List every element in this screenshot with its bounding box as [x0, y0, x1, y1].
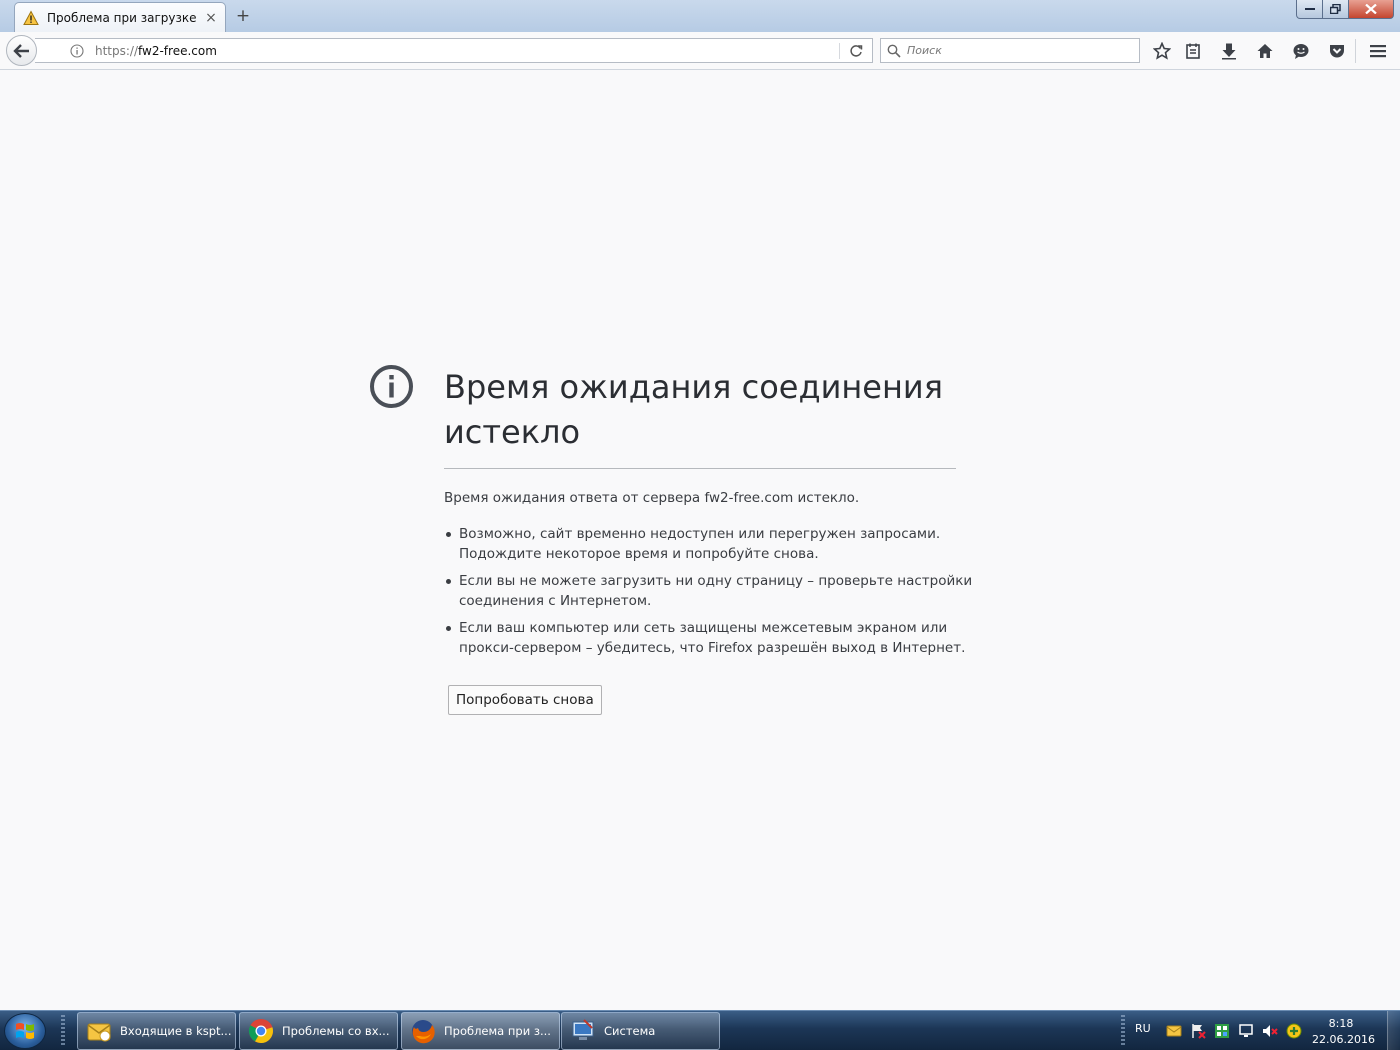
- url-protocol: https://: [95, 43, 139, 58]
- title-divider: [444, 468, 956, 469]
- taskbar-item-label: Проблемы со вх...: [282, 1024, 390, 1038]
- system-clock[interactable]: 8:18 22.06.2016: [1312, 1016, 1375, 1048]
- download-arrow-icon: [1222, 43, 1236, 60]
- minimize-icon: [1304, 8, 1315, 10]
- downloads-button[interactable]: [1219, 41, 1239, 61]
- back-button[interactable]: [6, 35, 37, 66]
- new-tab-button[interactable]: +: [233, 6, 253, 26]
- taskbar-grip: [61, 1015, 65, 1047]
- taskbar-item-label: Система: [604, 1024, 656, 1038]
- toolbar-separator: [1355, 39, 1356, 63]
- show-desktop-button[interactable]: [1387, 1011, 1400, 1050]
- language-indicator[interactable]: RU: [1135, 1022, 1151, 1035]
- network-monitor-icon[interactable]: [1237, 1022, 1255, 1040]
- action-center-flag-icon[interactable]: [1189, 1022, 1207, 1040]
- taskbar-item-outlook[interactable]: Входящие в kspt...: [77, 1012, 236, 1050]
- pocket-icon: [1330, 45, 1344, 58]
- clock-time: 8:18: [1328, 1017, 1354, 1030]
- pocket-button[interactable]: [1327, 41, 1347, 61]
- star-icon: [1153, 42, 1171, 60]
- open-menu-button[interactable]: [1368, 41, 1388, 61]
- tray-grip: [1121, 1015, 1125, 1047]
- bookmark-star-button[interactable]: [1152, 41, 1172, 61]
- tab-title: Проблема при загрузке с...: [47, 10, 199, 25]
- restore-button[interactable]: [1323, 0, 1349, 19]
- volume-muted-icon[interactable]: [1261, 1022, 1279, 1040]
- outlook-icon: [86, 1018, 112, 1044]
- error-description: Время ожидания ответа от сервера fw2-fre…: [444, 490, 860, 506]
- taskbar-item-label: Входящие в kspt...: [120, 1024, 232, 1038]
- tab-close-icon[interactable]: ×: [205, 10, 217, 26]
- url-bar[interactable]: https://fw2-free.com: [35, 38, 873, 63]
- back-arrow-icon: [12, 43, 29, 58]
- search-input[interactable]: [907, 44, 1127, 57]
- clock-date: 22.06.2016: [1312, 1033, 1375, 1046]
- hamburger-menu-icon: [1370, 45, 1386, 58]
- url-bar-divider: [839, 43, 840, 59]
- browser-tab[interactable]: Проблема при загрузке с... ×: [14, 2, 226, 32]
- taskbar-item-system[interactable]: Система: [561, 1012, 720, 1050]
- window-titlebar: Проблема при загрузке с... × +: [0, 0, 1400, 32]
- try-again-button[interactable]: Попробовать снова: [448, 685, 602, 715]
- error-title: Время ожидания соединения истекло: [444, 368, 943, 451]
- windows-logo-icon: [16, 1023, 34, 1039]
- page-content: Время ожидания соединения истекло Время …: [0, 71, 1400, 1010]
- restore-icon: [1330, 4, 1341, 14]
- suggestion-item: Если ваш компьютер или сеть защищены меж…: [444, 618, 974, 658]
- warning-icon: [23, 9, 39, 25]
- home-icon: [1257, 44, 1273, 58]
- windows-taskbar: Входящие в kspt... Проблемы со вх... Про…: [0, 1010, 1400, 1050]
- chat-smiley-icon: [1293, 44, 1309, 59]
- bookmarks-menu-button[interactable]: [1183, 41, 1203, 61]
- hello-chat-button[interactable]: [1291, 41, 1311, 61]
- home-button[interactable]: [1255, 41, 1275, 61]
- firefox-icon: [410, 1018, 436, 1044]
- network-sharing-icon[interactable]: [1213, 1022, 1231, 1040]
- search-bar[interactable]: [880, 38, 1140, 63]
- reload-icon[interactable]: [848, 43, 864, 59]
- mail-tray-icon[interactable]: [1165, 1022, 1183, 1040]
- taskbar-item-label: Проблема при з...: [444, 1024, 551, 1038]
- chrome-icon: [248, 1018, 274, 1044]
- site-info-icon[interactable]: [70, 43, 84, 58]
- search-icon: [887, 44, 901, 58]
- url-text[interactable]: https://fw2-free.com: [95, 44, 217, 58]
- window-controls: [1296, 0, 1394, 19]
- bookmarks-list-icon: [1186, 43, 1200, 59]
- taskbar-item-firefox[interactable]: Проблема при з...: [401, 1012, 560, 1050]
- error-suggestions: Возможно, сайт временно недоступен или п…: [444, 524, 974, 665]
- taskbar-item-chrome[interactable]: Проблемы со вх...: [239, 1012, 398, 1050]
- start-button[interactable]: [4, 1013, 46, 1049]
- url-host: fw2-free.com: [138, 43, 217, 58]
- suggestion-item: Если вы не можете загрузить ни одну стра…: [444, 571, 974, 611]
- close-icon: [1365, 4, 1377, 14]
- update-tray-icon[interactable]: [1285, 1022, 1303, 1040]
- suggestion-item: Возможно, сайт временно недоступен или п…: [444, 524, 974, 564]
- navigation-toolbar: https://fw2-free.com: [0, 32, 1400, 70]
- info-icon: [370, 365, 413, 408]
- system-icon: [570, 1018, 596, 1044]
- minimize-button[interactable]: [1296, 0, 1323, 19]
- close-button[interactable]: [1349, 0, 1394, 19]
